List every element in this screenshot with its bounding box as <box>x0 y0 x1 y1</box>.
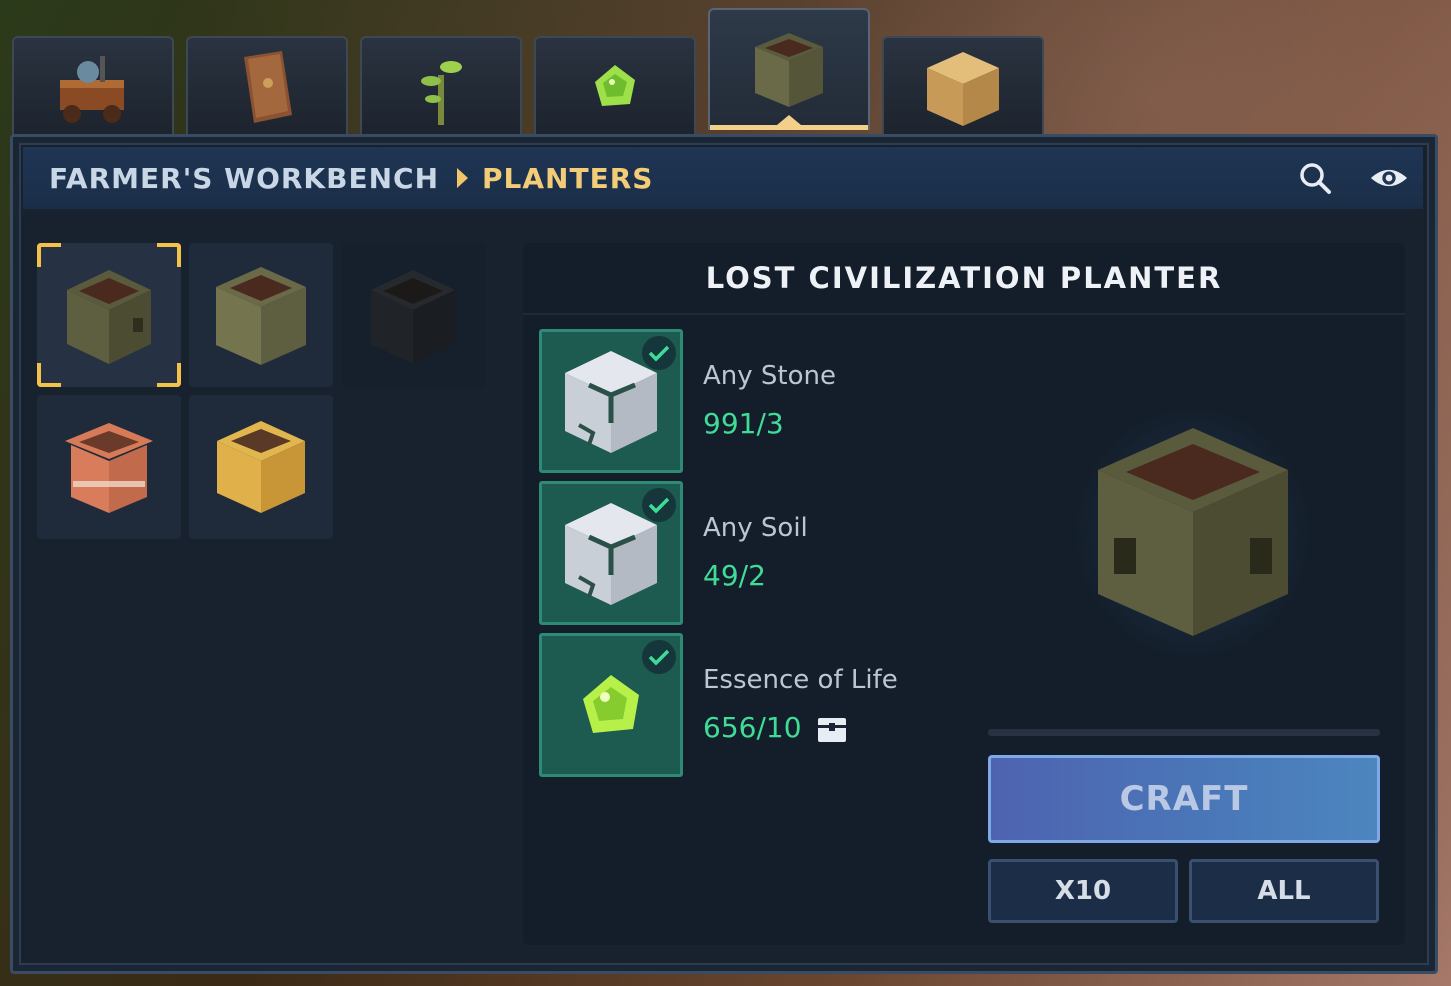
hay-planter-icon <box>217 421 305 513</box>
breadcrumb-header: FARMER'S WORKBENCH PLANTERS <box>23 147 1423 209</box>
selection-corner <box>157 363 181 387</box>
tab-books[interactable] <box>186 36 348 136</box>
ingredient-row: Any Soil 49/2 <box>539 481 959 625</box>
check-icon <box>642 336 676 370</box>
category-tabs <box>12 8 1052 138</box>
recipe-title: LOST CIVILIZATION PLANTER <box>523 243 1405 315</box>
selection-corner <box>157 243 181 267</box>
tab-essence[interactable] <box>534 36 696 136</box>
ingredient-slot[interactable] <box>539 633 683 777</box>
dark-planter-icon <box>371 270 455 364</box>
essence-gem-icon <box>583 675 639 733</box>
item-stone-brick-planter[interactable] <box>189 243 333 387</box>
item-hay-planter[interactable] <box>189 395 333 539</box>
item-dark-planter[interactable] <box>341 243 485 387</box>
craft-progress-bar <box>988 729 1380 736</box>
tab-hay[interactable] <box>882 36 1044 136</box>
item-preview <box>1063 393 1323 673</box>
planter-icon <box>755 33 823 107</box>
clay-planter-icon <box>65 423 153 513</box>
craft-x10-button[interactable]: X10 <box>988 859 1178 923</box>
ingredient-name: Essence of Life <box>703 665 898 695</box>
ingredient-slot[interactable] <box>539 481 683 625</box>
item-lost-civilization-planter[interactable] <box>37 243 181 387</box>
item-clay-planter[interactable] <box>37 395 181 539</box>
selection-corner <box>37 363 61 387</box>
ingredient-count: 49/2 <box>703 559 766 592</box>
search-icon <box>1300 163 1331 194</box>
hay-block-icon <box>927 52 999 126</box>
tab-seeds[interactable] <box>360 36 522 136</box>
craft-button[interactable]: CRAFT <box>988 755 1380 843</box>
breadcrumb-current: PLANTERS <box>482 161 654 195</box>
tab-planters[interactable] <box>708 8 870 130</box>
ingredient-name: Any Stone <box>703 361 836 391</box>
ingredient-row: Any Stone 991/3 <box>539 329 959 473</box>
ingredient-row: Essence of Life 656/10 <box>539 633 959 777</box>
ingredient-count: 656/10 <box>703 711 848 744</box>
active-tab-caret <box>777 115 801 125</box>
craft-all-button[interactable]: ALL <box>1189 859 1379 923</box>
breadcrumb-root[interactable]: FARMER'S WORKBENCH <box>49 162 439 195</box>
chest-icon <box>817 717 846 742</box>
ingredient-name: Any Soil <box>703 513 808 543</box>
lost-civilization-planter-preview <box>1098 428 1288 636</box>
search-button[interactable] <box>1295 158 1335 198</box>
tab-workbench[interactable] <box>12 36 174 136</box>
ingredient-slot[interactable] <box>539 329 683 473</box>
recipe-panel: LOST CIVILIZATION PLANTER Any Stone 991/… <box>523 243 1405 945</box>
selection-corner <box>37 243 61 267</box>
sapling-icon <box>421 61 462 125</box>
check-icon <box>642 640 676 674</box>
ingredient-count: 991/3 <box>703 407 784 440</box>
essence-gem-icon <box>595 65 635 106</box>
visibility-toggle-button[interactable] <box>1369 158 1409 198</box>
breadcrumb-separator-icon <box>457 168 469 188</box>
book-icon <box>244 51 292 123</box>
stone-brick-planter-icon <box>216 267 306 365</box>
lost-civilization-planter-icon <box>67 270 151 364</box>
eye-icon <box>1370 169 1408 187</box>
crafting-window: FARMER'S WORKBENCH PLANTERS LOST CIVILIZ… <box>10 134 1438 974</box>
check-icon <box>642 488 676 522</box>
workbench-cart-icon <box>60 56 124 123</box>
